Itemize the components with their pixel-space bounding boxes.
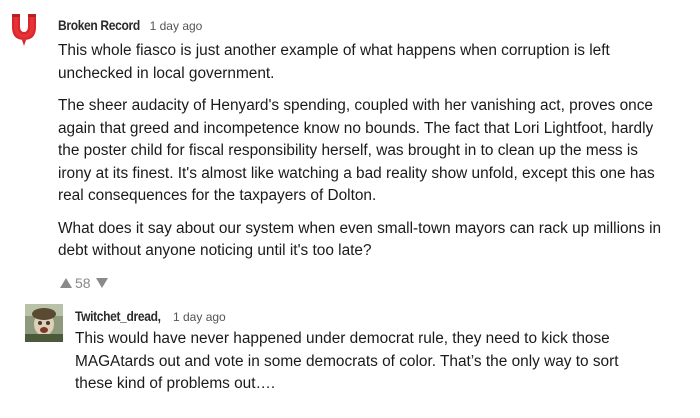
comment-paragraph: The sheer audacity of Henyard's spending… <box>58 97 655 204</box>
username[interactable]: Twitchet_dread, <box>75 307 161 325</box>
timestamp[interactable]: 1 day ago <box>173 308 226 326</box>
comment-paragraph: What does it say about our system when e… <box>58 219 662 260</box>
user-photo-avatar <box>25 304 63 342</box>
red-magnet-icon <box>12 14 36 46</box>
comment-body: This would have never happened under dem… <box>75 328 655 406</box>
comment-paragraph: This whole fiasco is just another exampl… <box>58 42 610 82</box>
comment-header: Broken Record 1 day ago <box>58 16 202 35</box>
comment-header: Twitchet_dread, 1 day ago <box>75 307 226 326</box>
downvote-button[interactable] <box>95 278 108 288</box>
upvote-button[interactable] <box>60 278 72 288</box>
avatar[interactable] <box>25 304 63 342</box>
timestamp[interactable]: 1 day ago <box>150 17 203 35</box>
triangle-up-icon <box>60 278 72 288</box>
avatar[interactable] <box>9 10 39 46</box>
comment-body: This whole fiasco is just another exampl… <box>58 40 670 273</box>
triangle-down-icon <box>95 278 108 288</box>
vote-controls: 58 <box>60 273 108 293</box>
username[interactable]: Broken Record <box>58 16 140 34</box>
vote-count: 58 <box>75 275 91 291</box>
comment-paragraph: This would have never happened under dem… <box>75 330 619 392</box>
